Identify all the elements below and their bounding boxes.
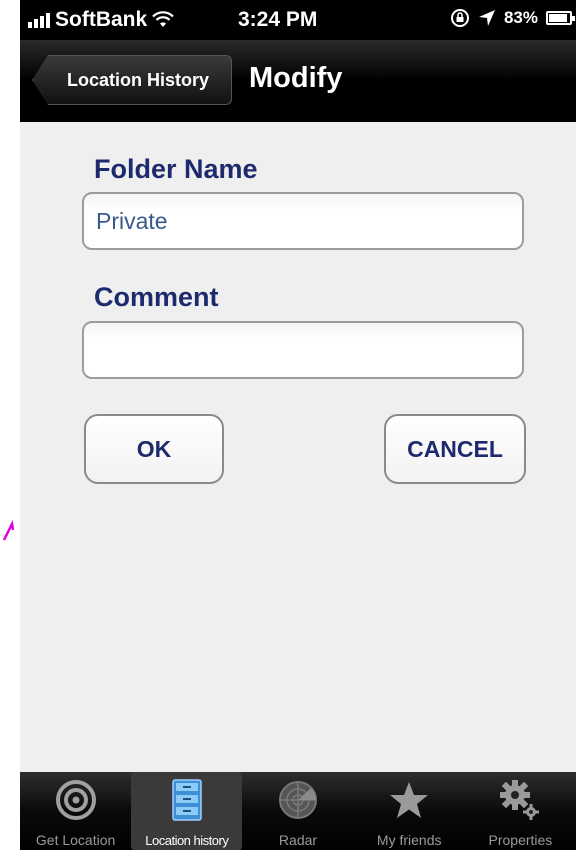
tab-my-friends[interactable]: My friends xyxy=(354,772,465,850)
tab-bar: Get Location Location history Radar My f… xyxy=(20,772,576,850)
tab-label: Radar xyxy=(278,832,318,848)
tab-location-history[interactable]: Location history xyxy=(131,772,243,850)
modify-form: Folder Name Comment OK CANCEL xyxy=(20,122,576,772)
tab-get-location[interactable]: Get Location xyxy=(20,772,131,850)
page-title: Modify xyxy=(249,62,343,94)
star-icon xyxy=(390,782,429,818)
radar-icon xyxy=(279,781,317,819)
wifi-icon xyxy=(152,11,174,27)
navigation-bar: Location History Modify xyxy=(20,40,576,122)
file-cabinet-icon xyxy=(172,779,202,821)
battery-icon xyxy=(546,11,575,25)
ok-button[interactable]: OK xyxy=(84,414,224,484)
tab-label: Get Location xyxy=(35,832,116,848)
gear-icon xyxy=(500,780,540,820)
ok-button-label: OK xyxy=(136,435,172,462)
back-button-label: Location History xyxy=(66,69,209,90)
screen: SoftBank 3:24 PM 83% Location History Mo… xyxy=(0,0,576,850)
folder-name-label: Folder Name xyxy=(94,154,258,184)
cancel-button-label: CANCEL xyxy=(407,435,503,462)
signal-strength-icon xyxy=(28,12,50,28)
folder-name-input[interactable] xyxy=(82,192,524,250)
clock: 3:24 PM xyxy=(238,8,318,31)
battery-percent: 83% xyxy=(503,8,538,27)
tab-properties[interactable]: Properties xyxy=(465,772,576,850)
tab-label: My friends xyxy=(376,832,442,848)
pink-arrow-marker-icon xyxy=(2,520,14,541)
location-arrow-icon xyxy=(478,10,495,26)
tab-radar[interactable]: Radar xyxy=(242,772,353,850)
back-button[interactable]: Location History xyxy=(32,55,232,105)
phone-screen: SoftBank 3:24 PM 83% Location History Mo… xyxy=(20,0,576,850)
target-icon xyxy=(55,780,96,820)
status-bar: SoftBank 3:24 PM 83% xyxy=(20,0,576,40)
tab-label: Location history xyxy=(145,833,229,848)
tab-label: Properties xyxy=(488,832,553,848)
comment-label: Comment xyxy=(94,282,219,312)
cancel-button[interactable]: CANCEL xyxy=(384,414,526,484)
comment-input[interactable] xyxy=(82,321,524,379)
rotation-lock-icon xyxy=(450,9,469,27)
carrier-name: SoftBank xyxy=(55,8,148,31)
